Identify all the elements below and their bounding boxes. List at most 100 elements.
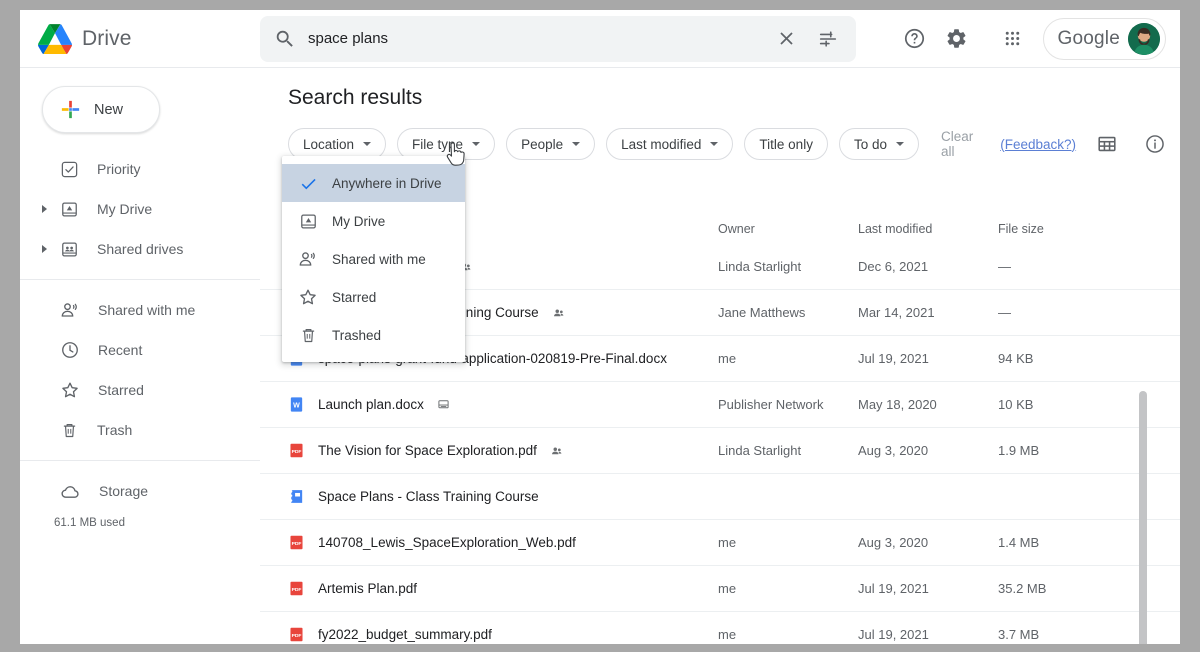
sidebar-nav-primary: Priority My Drive Shared drives	[20, 149, 260, 269]
star-icon	[298, 287, 318, 307]
cloud-icon	[61, 485, 79, 498]
storage-used-text: 61.1 MB used	[54, 517, 125, 529]
file-name: Launch plan.docx	[318, 397, 424, 412]
sidebar-item-starred[interactable]: Starred	[20, 370, 260, 410]
sidebar-item-priority[interactable]: Priority	[20, 149, 260, 189]
dropdown-item-label: Starred	[332, 289, 377, 305]
star-icon	[62, 382, 78, 398]
file-name: Space Plans - Class Training Course	[318, 489, 539, 504]
offline-available-icon	[438, 400, 449, 409]
table-row[interactable]: PDF Artemis Plan.pdf me Jul 19, 2021 35.…	[260, 566, 1180, 612]
dropdown-item-anywhere-in-drive[interactable]: Anywhere in Drive	[282, 164, 465, 202]
file-modified: Jul 19, 2021	[858, 351, 929, 366]
chip-label: Location	[303, 136, 355, 152]
file-modified: Dec 6, 2021	[858, 259, 929, 274]
gear-icon	[947, 29, 966, 48]
page-title: Search results	[288, 86, 423, 109]
dropdown-item-starred[interactable]: Starred	[282, 278, 465, 316]
sidebar-item-shared-drives[interactable]: Shared drives	[20, 229, 260, 269]
sidebar-item-label: Priority	[97, 161, 141, 177]
new-button-label: New	[94, 101, 124, 118]
file-size: —	[998, 305, 1011, 320]
sidebar-item-storage[interactable]: Storage	[20, 471, 260, 511]
search-bar[interactable]	[260, 15, 856, 62]
google-apps-button[interactable]	[993, 19, 1033, 59]
column-header-size[interactable]: File size	[998, 222, 1118, 236]
chip-title-only[interactable]: Title only	[744, 128, 828, 160]
sidebar-item-my-drive[interactable]: My Drive	[20, 189, 260, 229]
pdf-icon: PDF	[290, 627, 303, 642]
account-label: Google	[1057, 27, 1120, 49]
expand-caret-icon[interactable]	[42, 245, 47, 253]
sidebar-item-shared-with-me[interactable]: Shared with me	[20, 290, 260, 330]
results-scrollbar[interactable]	[1139, 391, 1147, 644]
chip-people[interactable]: People	[506, 128, 596, 160]
file-modified: Jul 19, 2021	[858, 627, 929, 642]
check-icon	[298, 174, 318, 193]
chip-to-do[interactable]: To do	[838, 128, 919, 160]
sidebar-divider-1	[20, 279, 260, 280]
apps-grid-icon	[1005, 31, 1020, 46]
drive-brand[interactable]: Drive	[20, 23, 240, 54]
search-options-button[interactable]	[808, 19, 848, 59]
my-drive-icon	[298, 212, 318, 231]
dropdown-item-shared-with-me[interactable]: Shared with me	[282, 240, 465, 278]
chevron-down-icon	[895, 142, 904, 146]
dropdown-item-label: Anywhere in Drive	[332, 175, 442, 191]
dropdown-item-trashed[interactable]: Trashed	[282, 316, 465, 354]
settings-button[interactable]	[937, 19, 977, 59]
search-input[interactable]	[308, 16, 766, 61]
clock-icon	[62, 342, 78, 358]
chevron-down-icon	[572, 142, 581, 146]
column-header-owner[interactable]: Owner	[718, 222, 858, 236]
chip-label: Last modified	[621, 136, 702, 152]
help-button[interactable]	[895, 19, 935, 59]
sidebar: New Priority My Drive Shared drives Shar…	[20, 68, 260, 644]
pdf-icon: PDF	[290, 581, 303, 596]
shared-people-icon	[553, 309, 563, 316]
feedback-link[interactable]: (Feedback?)	[1000, 137, 1076, 152]
details-button[interactable]	[1135, 124, 1175, 164]
account-button[interactable]: Google	[1042, 17, 1166, 60]
sidebar-item-label: Trash	[97, 422, 133, 438]
table-row[interactable]: PDF fy2022_budget_summary.pdf me Jul 19,…	[260, 612, 1180, 644]
people-icon	[298, 249, 318, 269]
sidebar-item-trash[interactable]: Trash	[20, 410, 260, 450]
clear-all-button[interactable]: Clear all	[941, 129, 973, 159]
file-size: 10 KB	[998, 397, 1034, 412]
grid-view-icon	[1098, 136, 1116, 152]
expand-caret-icon[interactable]	[42, 205, 47, 213]
file-modified: May 18, 2020	[858, 397, 937, 412]
file-owner: Publisher Network	[718, 397, 824, 412]
info-icon	[1146, 135, 1164, 153]
chip-last-modified[interactable]: Last modified	[606, 128, 734, 160]
file-size: 94 KB	[998, 351, 1034, 366]
table-row[interactable]: W Launch plan.docx Publisher Network May…	[260, 382, 1180, 428]
file-owner: me	[718, 351, 737, 366]
new-button[interactable]: New	[42, 86, 160, 133]
chip-label: Title only	[759, 136, 813, 152]
sidebar-item-recent[interactable]: Recent	[20, 330, 260, 370]
sidebar-item-label: Shared with me	[98, 302, 196, 318]
sidebar-item-label: Shared drives	[97, 241, 184, 257]
chevron-down-icon	[363, 142, 372, 146]
top-bar-actions: Google	[895, 17, 1180, 60]
column-header-modified[interactable]: Last modified	[858, 222, 998, 236]
file-modified: Mar 14, 2021	[858, 305, 935, 320]
table-row[interactable]: Space Plans - Class Training Course	[260, 474, 1180, 520]
sidebar-item-label: My Drive	[97, 201, 153, 217]
file-modified: Jul 19, 2021	[858, 581, 929, 596]
search-options-icon	[819, 30, 837, 47]
priority-check-icon	[61, 161, 78, 177]
table-row[interactable]: PDF 140708_Lewis_SpaceExploration_Web.pd…	[260, 520, 1180, 566]
dropdown-item-my-drive[interactable]: My Drive	[282, 202, 465, 240]
close-icon	[779, 32, 793, 45]
file-name: Artemis Plan.pdf	[318, 581, 418, 596]
file-size: 3.7 MB	[998, 627, 1040, 642]
clear-search-button[interactable]	[766, 19, 806, 59]
trash-icon	[298, 326, 318, 345]
table-row[interactable]: PDF The Vision for Space Exploration.pdf…	[260, 428, 1180, 474]
grid-view-button[interactable]	[1087, 124, 1127, 164]
file-name: 140708_Lewis_SpaceExploration_Web.pdf	[318, 535, 576, 550]
location-filter-dropdown: Anywhere in Drive My Drive Shared with m…	[282, 156, 465, 362]
